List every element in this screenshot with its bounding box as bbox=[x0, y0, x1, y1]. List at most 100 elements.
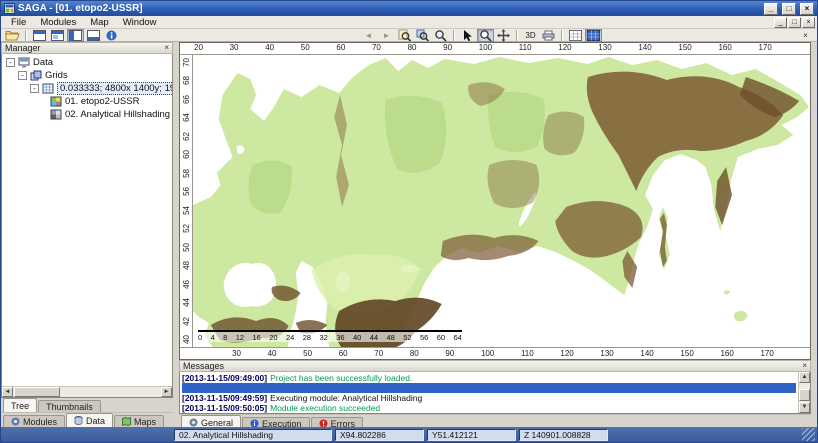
tab-data[interactable]: Data bbox=[66, 413, 113, 427]
menu-map[interactable]: Map bbox=[83, 17, 115, 28]
tree-item-layer-hillshading[interactable]: 02. Analytical Hillshading bbox=[4, 108, 172, 121]
tree-item-grid-system[interactable]: - 0.033333; 4800x 1400y; 19.66467x 35.16… bbox=[4, 82, 172, 95]
tree-item-data[interactable]: - Data bbox=[4, 56, 172, 69]
manager-close-icon[interactable]: × bbox=[164, 44, 169, 52]
zoom-active-layer-button[interactable] bbox=[414, 29, 431, 42]
message-time: [2013-11-15/09:49:00] bbox=[182, 373, 267, 383]
message-row[interactable]: [2013-11-15/09:49:59] Executing module: … bbox=[182, 393, 796, 403]
ruler-label: 160 bbox=[718, 43, 731, 53]
mini-window-icon bbox=[51, 30, 64, 41]
menubar: File Modules Map Window _ □ × bbox=[1, 16, 817, 29]
ruler-label: 68 bbox=[181, 76, 192, 85]
tab-maps[interactable]: Maps bbox=[114, 415, 164, 427]
scalebar-label: 8 bbox=[223, 333, 227, 342]
toolbar-close-button[interactable]: × bbox=[797, 29, 814, 42]
ruler-label: 170 bbox=[760, 349, 773, 359]
tree-label: 01. etopo2-USSR bbox=[65, 96, 139, 107]
map-ruler-top: 2030405060708090100110120130140150160170 bbox=[180, 43, 810, 55]
menu-file[interactable]: File bbox=[4, 17, 33, 28]
message-text: Executing module: Analytical Hillshading bbox=[270, 393, 422, 403]
scalebar-label: 48 bbox=[386, 333, 394, 342]
manager-header: Manager × bbox=[1, 42, 173, 54]
collapse-icon[interactable]: - bbox=[18, 71, 27, 80]
collapse-icon[interactable]: - bbox=[30, 84, 39, 93]
maximize-button[interactable]: □ bbox=[782, 3, 796, 15]
mdi-restore-button[interactable]: □ bbox=[788, 17, 801, 28]
ruler-label: 90 bbox=[445, 349, 454, 359]
status-z-value: Z 140901.008828 bbox=[519, 429, 608, 441]
tree-item-layer-etopo[interactable]: 01. etopo2-USSR bbox=[4, 95, 172, 108]
collapse-icon[interactable]: - bbox=[6, 58, 15, 67]
zoom-tool-button[interactable] bbox=[477, 29, 494, 42]
selected-message-row[interactable] bbox=[182, 383, 796, 393]
pan-tool-button[interactable] bbox=[495, 29, 512, 42]
print-map-button[interactable] bbox=[540, 29, 557, 42]
manager-view-tabs: Tree Thumbnails bbox=[1, 398, 173, 412]
menu-modules[interactable]: Modules bbox=[33, 17, 83, 28]
scrollbar-thumb[interactable] bbox=[14, 387, 60, 397]
tree-horizontal-scrollbar[interactable]: ◄ ► bbox=[2, 386, 172, 397]
messages-scrollbar[interactable]: ▲ ▼ bbox=[798, 372, 810, 413]
tab-label: Data bbox=[86, 416, 105, 426]
tree-item-grids[interactable]: - Grids bbox=[4, 69, 172, 82]
terrain-map bbox=[193, 55, 810, 347]
graticule-toggle-button[interactable] bbox=[585, 29, 602, 42]
mini-window-icon bbox=[87, 30, 100, 41]
open-project-button[interactable] bbox=[4, 29, 21, 42]
toolbar-separator bbox=[25, 30, 27, 41]
menu-window[interactable]: Window bbox=[116, 17, 164, 28]
messages-close-icon[interactable]: × bbox=[802, 362, 807, 370]
show-modules-window-button[interactable] bbox=[31, 29, 48, 42]
message-text: Module execution succeeded bbox=[270, 403, 380, 413]
scroll-right-icon[interactable]: ► bbox=[161, 387, 172, 397]
arrow-cursor-icon bbox=[462, 29, 473, 42]
ruler-label: 42 bbox=[181, 317, 192, 326]
mdi-close-button[interactable]: × bbox=[802, 17, 815, 28]
grid-layer-icon bbox=[50, 109, 62, 120]
grid-layer-icon bbox=[50, 96, 62, 107]
tab-tree[interactable]: Tree bbox=[3, 398, 37, 412]
close-button[interactable]: × bbox=[800, 3, 814, 15]
zoom-selection-button[interactable] bbox=[432, 29, 449, 42]
ruler-label: 60 bbox=[336, 43, 345, 53]
scalebar-label: 36 bbox=[336, 333, 344, 342]
scalebar-label: 52 bbox=[403, 333, 411, 342]
ruler-label: 60 bbox=[181, 150, 192, 159]
scalebar-label: 32 bbox=[319, 333, 327, 342]
pointer-tool-button[interactable] bbox=[459, 29, 476, 42]
ruler-label: 52 bbox=[181, 224, 192, 233]
show-extent-button[interactable] bbox=[567, 29, 584, 42]
map-frame-icon bbox=[569, 30, 582, 41]
message-row[interactable]: [2013-11-15/09:50:05] Module execution s… bbox=[182, 403, 796, 413]
tab-label: Modules bbox=[23, 417, 57, 427]
messages-title: Messages bbox=[183, 361, 224, 371]
scroll-left-icon[interactable]: ◄ bbox=[2, 387, 13, 397]
show-data-window-button[interactable] bbox=[49, 29, 66, 42]
scroll-down-icon[interactable]: ▼ bbox=[799, 402, 810, 413]
mdi-minimize-button[interactable]: _ bbox=[774, 17, 787, 28]
resize-grip[interactable] bbox=[802, 428, 815, 441]
tab-thumbnails[interactable]: Thumbnails bbox=[38, 400, 101, 412]
toolbar-separator bbox=[516, 30, 518, 41]
scrollbar-thumb[interactable] bbox=[799, 389, 810, 401]
scalebar-label: 44 bbox=[370, 333, 378, 342]
ruler-label: 130 bbox=[600, 349, 613, 359]
tab-label: Thumbnails bbox=[46, 402, 93, 412]
help-button[interactable] bbox=[103, 29, 120, 42]
ruler-label: 140 bbox=[640, 349, 653, 359]
tab-modules[interactable]: Modules bbox=[3, 415, 65, 427]
map-document-area: 2030405060708090100110120130140150160170… bbox=[179, 42, 811, 427]
show-3d-view-button[interactable]: 3D bbox=[522, 29, 539, 42]
zoom-full-extent-button[interactable] bbox=[396, 29, 413, 42]
zoom-last-button[interactable]: ◄ bbox=[360, 29, 377, 42]
show-messages-window-button[interactable] bbox=[85, 29, 102, 42]
message-row[interactable]: [2013-11-15/09:49:00] Project has been s… bbox=[182, 373, 796, 383]
ruler-label: 130 bbox=[598, 43, 611, 53]
map-scalebar: 0481216202428323640444852566064 bbox=[198, 330, 462, 342]
zoom-next-button[interactable]: ► bbox=[378, 29, 395, 42]
ruler-label: 56 bbox=[181, 187, 192, 196]
show-manager-window-button[interactable] bbox=[67, 29, 84, 42]
map-canvas[interactable]: 0481216202428323640444852566064 bbox=[193, 55, 810, 347]
scroll-up-icon[interactable]: ▲ bbox=[799, 372, 810, 383]
minimize-button[interactable]: _ bbox=[764, 3, 778, 15]
